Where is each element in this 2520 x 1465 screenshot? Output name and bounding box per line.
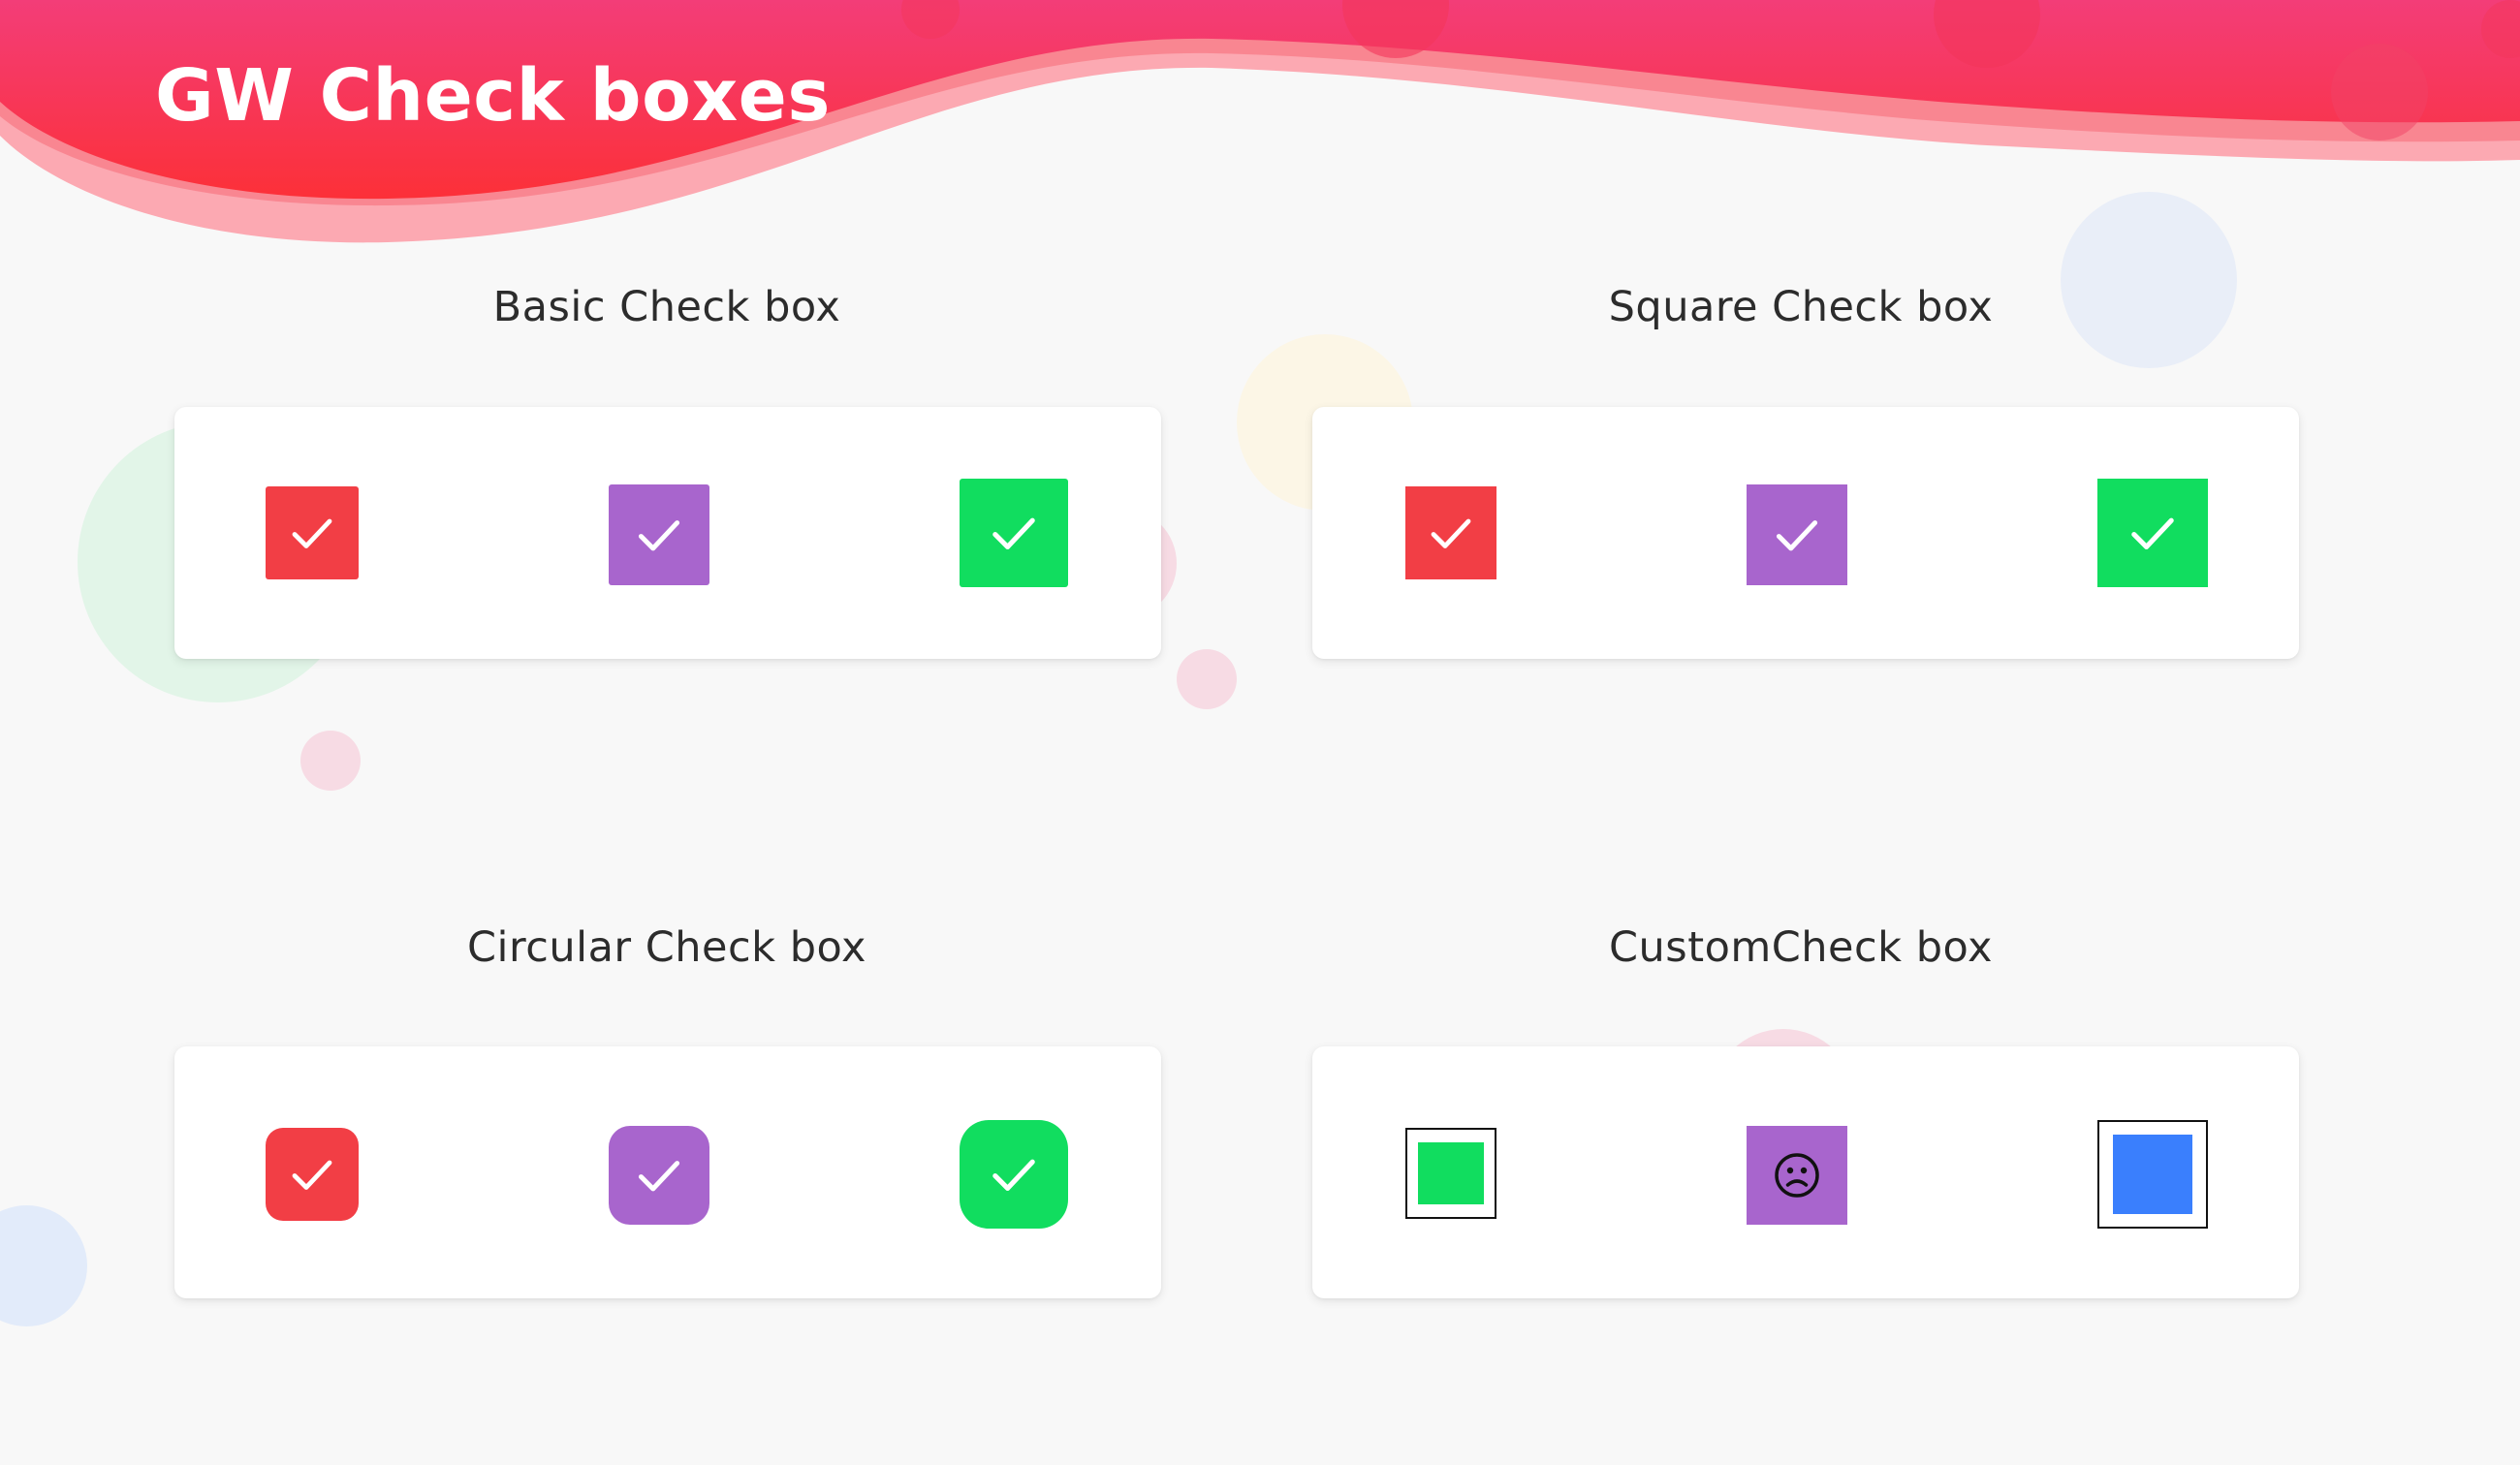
basic-checkbox-green[interactable] bbox=[960, 479, 1068, 587]
circular-checkbox-card bbox=[174, 1046, 1161, 1298]
custom-checkbox-purple[interactable] bbox=[1747, 1126, 1847, 1225]
circular-checkbox-red[interactable] bbox=[266, 1128, 359, 1221]
custom-checkbox-blue[interactable] bbox=[2097, 1120, 2208, 1229]
page-title: GW Check boxes bbox=[155, 54, 831, 138]
filled-square-icon bbox=[2113, 1135, 2192, 1214]
square-checkbox-purple[interactable] bbox=[1747, 484, 1847, 585]
decorative-bubble bbox=[1177, 649, 1237, 709]
square-checkbox-green[interactable] bbox=[2097, 479, 2208, 587]
basic-checkbox-red[interactable] bbox=[266, 486, 359, 579]
section-title-square: Square Check box bbox=[1608, 283, 1994, 331]
filled-square-icon bbox=[1418, 1142, 1484, 1204]
decorative-bubble bbox=[2061, 192, 2237, 368]
custom-checkbox-green[interactable] bbox=[1405, 1128, 1496, 1219]
section-title-basic: Basic Check box bbox=[492, 283, 841, 331]
checkmark-icon bbox=[1776, 520, 1818, 551]
circular-checkbox-green[interactable] bbox=[960, 1120, 1068, 1229]
checkmark-icon bbox=[992, 1159, 1035, 1191]
basic-checkbox-card bbox=[174, 407, 1161, 659]
custom-checkbox-card bbox=[1312, 1046, 2299, 1298]
section-title-circular: Circular Check box bbox=[467, 923, 866, 972]
basic-checkbox-purple[interactable] bbox=[609, 484, 709, 585]
checkmark-icon bbox=[992, 517, 1035, 549]
checkmark-icon bbox=[2131, 517, 2174, 549]
sad-face-icon bbox=[1775, 1153, 1819, 1198]
square-checkbox-red[interactable] bbox=[1405, 486, 1496, 579]
section-title-custom: CustomCheck box bbox=[1609, 923, 1993, 972]
checkmark-icon bbox=[292, 1160, 332, 1190]
checkmark-icon bbox=[292, 518, 332, 548]
checkmark-icon bbox=[638, 1161, 680, 1192]
decorative-bubble bbox=[0, 1205, 87, 1326]
square-checkbox-card bbox=[1312, 407, 2299, 659]
checkmark-icon bbox=[638, 520, 680, 551]
checkmark-icon bbox=[1431, 518, 1471, 548]
decorative-bubble bbox=[300, 731, 361, 791]
circular-checkbox-purple[interactable] bbox=[609, 1126, 709, 1225]
